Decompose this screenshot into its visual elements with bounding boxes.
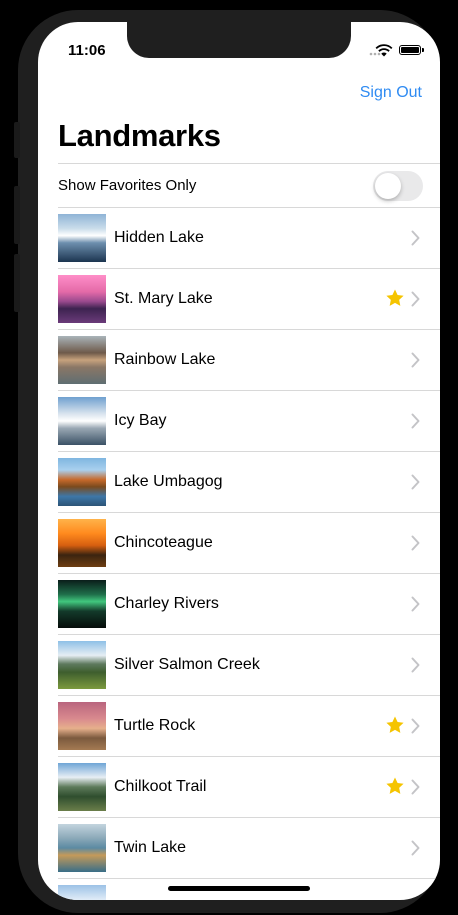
wifi-icon: [375, 44, 393, 57]
status-time: 11:06: [68, 42, 106, 59]
landmark-row[interactable]: Lake Umbagog: [38, 452, 440, 513]
chevron-right-icon: [411, 291, 420, 307]
mountain-lake-snow-image: [58, 214, 106, 262]
canoe-lake-image: [58, 824, 106, 872]
landmark-name: Chincoteague: [114, 534, 213, 551]
chevron-right-icon: [411, 230, 420, 246]
favorites-toggle-label: Show Favorites Only: [58, 177, 197, 194]
screen: 11:06 Sign Out Landmarks Show Favorites …: [38, 22, 440, 900]
autumn-lake-image: [58, 458, 106, 506]
volume-down-button: [14, 254, 20, 312]
mountain-reflection-lake-image: [58, 336, 106, 384]
page-title: Landmarks: [58, 118, 221, 153]
landmark-list: Hidden Lake St. Mary Lake Rainbow Lake Icy …: [38, 208, 440, 900]
alpine-trail-image: [58, 763, 106, 811]
mute-switch: [14, 122, 20, 158]
landmark-row[interactable]: Charley Rivers: [38, 574, 440, 635]
green-meadow-mountain-image: [58, 641, 106, 689]
chevron-right-icon: [411, 840, 420, 856]
aurora-forest-image: [58, 580, 106, 628]
landmark-name: St. Mary Lake: [114, 290, 213, 307]
chevron-right-icon: [411, 779, 420, 795]
battery-icon: [399, 45, 424, 55]
landmark-name: Hidden Lake: [114, 229, 204, 246]
landmark-row[interactable]: Rainbow Lake: [38, 330, 440, 391]
landmark-name: Charley Rivers: [114, 595, 219, 612]
chevron-right-icon: [411, 657, 420, 673]
landmark-row[interactable]: St. Mary Lake: [38, 269, 440, 330]
pink-sunset-mountain-image: [58, 275, 106, 323]
snowy-peak-image: [58, 885, 106, 900]
snowy-mountains-bay-image: [58, 397, 106, 445]
landmark-row[interactable]: Turtle Rock: [38, 696, 440, 757]
sign-out-button[interactable]: Sign Out: [360, 84, 422, 102]
landmark-name: Chilkoot Trail: [114, 778, 207, 795]
landmark-name: Icy Bay: [114, 412, 167, 429]
chevron-right-icon: [411, 352, 420, 368]
favorite-star-icon: [386, 716, 404, 733]
landmark-name: Twin Lake: [114, 839, 187, 856]
chevron-right-icon: [411, 596, 420, 612]
joshua-tree-desert-image: [58, 702, 106, 750]
status-bar: 11:06: [38, 22, 440, 66]
orange-sunset-marsh-image: [58, 519, 106, 567]
landmark-name: Turtle Rock: [114, 717, 196, 734]
toggle-knob: [375, 173, 401, 199]
landmark-name: Rainbow Lake: [114, 351, 216, 368]
volume-up-button: [14, 186, 20, 244]
landmark-row[interactable]: Twin Lake: [38, 818, 440, 879]
chevron-right-icon: [411, 535, 420, 551]
chevron-right-icon: [411, 474, 420, 490]
landmark-row[interactable]: Chilkoot Trail: [38, 757, 440, 818]
chevron-right-icon: [411, 413, 420, 429]
landmark-name: Lake Umbagog: [114, 473, 223, 490]
favorites-toggle[interactable]: [373, 171, 423, 201]
landmark-name: Silver Salmon Creek: [114, 656, 260, 673]
chevron-right-icon: [411, 718, 420, 734]
landmark-row[interactable]: Hidden Lake: [38, 208, 440, 269]
favorite-star-icon: [386, 777, 404, 794]
favorite-star-icon: [386, 289, 404, 306]
home-indicator: [168, 886, 310, 891]
landmark-row[interactable]: Chincoteague: [38, 513, 440, 574]
landmark-row[interactable]: Icy Bay: [38, 391, 440, 452]
landmark-row[interactable]: Silver Salmon Creek: [38, 635, 440, 696]
favorites-filter-row: Show Favorites Only: [38, 164, 440, 207]
